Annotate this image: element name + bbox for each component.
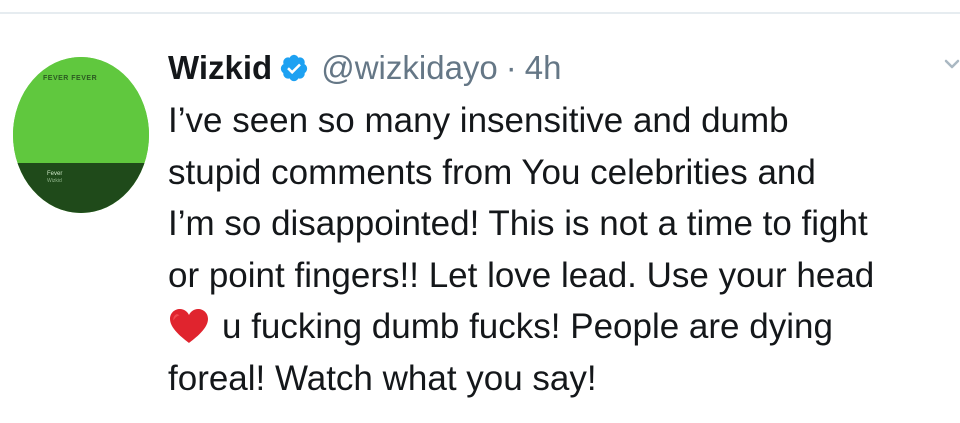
tweet-line: I’ve seen so many insensitive and dumb — [168, 101, 789, 140]
avatar-art-artist: Wizkid — [47, 178, 62, 184]
display-name[interactable]: Wizkid — [168, 49, 272, 87]
tweet-card[interactable]: FEVER FEVER Fever Wizkid Wizkid @wizkida… — [0, 0, 960, 423]
verified-badge-icon — [281, 54, 308, 82]
tweet-line: stupid comments from You celebrities and — [168, 152, 816, 192]
tweet-timestamp[interactable]: 4h — [525, 49, 562, 87]
user-handle[interactable]: @wizkidayo — [321, 49, 498, 87]
meta-separator: · — [505, 49, 517, 86]
tweet-text: I’ve seen so many insensitive and dumb s… — [168, 95, 960, 404]
top-divider — [0, 12, 960, 14]
tweet-line-text: u fucking dumb fucks! People are dying — [222, 307, 833, 346]
tweet-line-with-emoji: u fucking dumb fucks! People are dying — [168, 301, 960, 353]
avatar[interactable]: FEVER FEVER Fever Wizkid — [13, 57, 149, 213]
tweet-header: Wizkid @wizkidayo · 4h — [168, 44, 562, 92]
tweet-line: or point fingers!! Let love lead. Use yo… — [168, 255, 875, 295]
tweet-line: I’m so disappointed! This is not a time … — [168, 204, 868, 243]
avatar-art-title: FEVER FEVER — [43, 75, 98, 82]
chevron-down-icon[interactable] — [944, 54, 960, 76]
heart-emoji-icon — [170, 309, 208, 343]
avatar-art-dark — [13, 163, 149, 213]
avatar-art-subtitle: Fever — [47, 171, 63, 177]
tweet-line: foreal! Watch what you say! — [168, 358, 597, 398]
avatar-art-green — [13, 57, 149, 163]
